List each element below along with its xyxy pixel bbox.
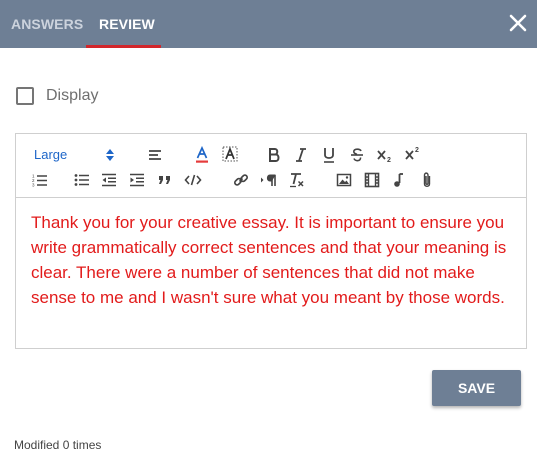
indent-icon[interactable]	[126, 169, 148, 191]
attachment-icon[interactable]	[416, 169, 438, 191]
bold-icon[interactable]	[263, 144, 285, 166]
text-direction-icon[interactable]	[258, 169, 280, 191]
active-tab-indicator	[86, 45, 161, 48]
svg-text:2: 2	[415, 147, 419, 154]
superscript-icon[interactable]: 2	[402, 143, 424, 165]
text-color-icon[interactable]	[191, 144, 213, 166]
unordered-list-icon[interactable]	[71, 169, 93, 191]
code-icon[interactable]	[182, 169, 204, 191]
video-icon[interactable]	[361, 169, 383, 191]
image-icon[interactable]	[333, 169, 355, 191]
outdent-icon[interactable]	[98, 169, 120, 191]
display-checkbox[interactable]	[16, 87, 34, 105]
save-button[interactable]: SAVE	[432, 370, 521, 406]
font-size-select[interactable]: Large	[34, 144, 120, 166]
header-bar: ANSWERS REVIEW	[0, 0, 537, 48]
close-icon[interactable]	[507, 12, 529, 34]
display-label: Display	[46, 87, 99, 104]
font-size-value: Large	[34, 147, 68, 162]
ordered-list-icon[interactable]: 123	[29, 169, 51, 191]
display-option: Display	[16, 85, 98, 107]
sort-arrows-icon	[106, 148, 114, 166]
svg-text:2: 2	[387, 157, 391, 163]
clear-format-icon[interactable]	[286, 169, 308, 191]
tab-answers[interactable]: ANSWERS	[11, 0, 83, 48]
audio-icon[interactable]	[388, 169, 410, 191]
strikethrough-icon[interactable]	[346, 144, 368, 166]
link-icon[interactable]	[230, 169, 252, 191]
underline-icon[interactable]	[318, 144, 340, 166]
editor-content[interactable]: Thank you for your creative essay. It is…	[31, 210, 513, 310]
align-icon[interactable]	[144, 144, 166, 166]
subscript-icon[interactable]: 2	[374, 144, 396, 166]
tab-review[interactable]: REVIEW	[99, 0, 155, 48]
rich-text-editor: Large 2 2 1 2 3 Thank you for your creat…	[15, 133, 527, 349]
background-color-icon[interactable]	[219, 144, 241, 166]
svg-text:3: 3	[32, 183, 35, 188]
italic-icon[interactable]	[290, 144, 312, 166]
modified-count: Modified 0 times	[14, 438, 102, 452]
editor-toolbar: Large 2 2 1 2 3	[16, 134, 526, 198]
blockquote-icon[interactable]	[154, 169, 176, 191]
